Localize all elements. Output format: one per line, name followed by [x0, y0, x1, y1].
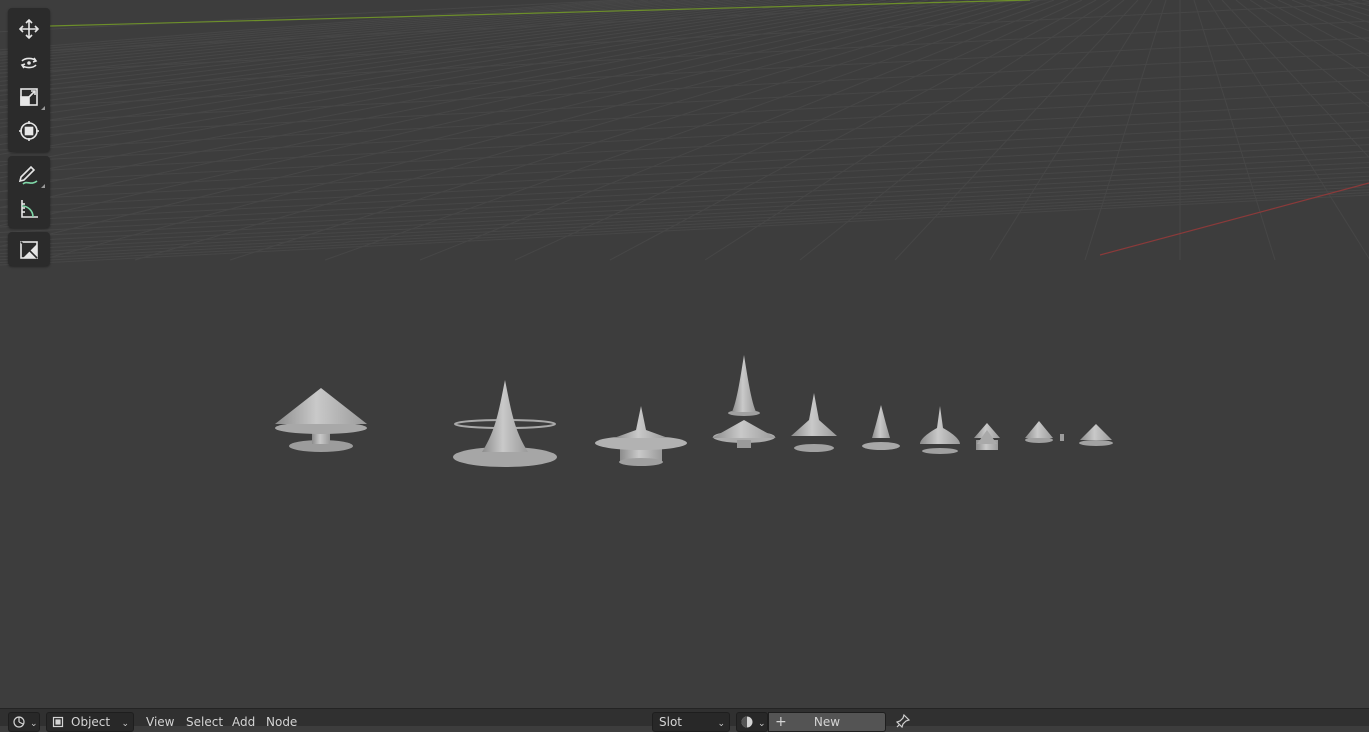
scale-icon: [20, 87, 38, 106]
move-icon: [18, 18, 40, 39]
scale-tool[interactable]: [10, 80, 48, 113]
move-tool[interactable]: [10, 12, 48, 45]
slot-label: Slot: [659, 715, 682, 729]
tool-variant-indicator: [41, 106, 45, 110]
measure-tool[interactable]: [10, 192, 48, 225]
rotate-icon: [20, 57, 38, 68]
slot-select[interactable]: Slot ⌄: [652, 712, 730, 732]
chevron-down-icon: ⌄: [758, 719, 766, 729]
transform-tool[interactable]: [10, 114, 48, 147]
3d-viewport[interactable]: [0, 0, 1369, 708]
transform-tool-group: [8, 8, 50, 152]
chevron-down-icon: ⌄: [717, 719, 725, 729]
material-sphere-icon: [741, 716, 753, 728]
annotate-tool[interactable]: [10, 158, 48, 191]
add-tool-group: [8, 232, 50, 266]
tool-variant-indicator: [41, 184, 45, 188]
select-menu[interactable]: Select: [186, 714, 223, 730]
annotate-tool-group: [8, 156, 50, 228]
measure-icon: [21, 199, 38, 218]
new-material-button[interactable]: + New: [768, 712, 886, 732]
object-mode-icon: [52, 716, 64, 728]
view-menu[interactable]: View: [146, 714, 174, 730]
material-browse-button[interactable]: ⌄: [736, 712, 768, 732]
mode-label: Object: [71, 715, 111, 729]
mode-select[interactable]: Object ⌄: [46, 712, 134, 732]
annotate-icon: [18, 165, 38, 185]
editor-type-button[interactable]: ⌄: [8, 712, 40, 732]
add-cube-icon: [20, 240, 38, 259]
transform-icon: [19, 120, 39, 141]
node-menu[interactable]: Node: [266, 714, 297, 730]
editor-type-icon: [13, 716, 25, 728]
rotate-tool[interactable]: [10, 46, 48, 79]
plus-icon: +: [775, 714, 787, 730]
chevron-down-icon: ⌄: [30, 719, 38, 729]
chevron-down-icon: ⌄: [121, 719, 129, 729]
viewport-header: ⌄ Object ⌄ View Select Add Node Slot ⌄ ⌄…: [0, 708, 1369, 732]
add-cube-tool[interactable]: [10, 233, 48, 266]
add-menu[interactable]: Add: [232, 714, 255, 730]
new-label: New: [813, 715, 841, 729]
pin-button[interactable]: [895, 713, 912, 729]
